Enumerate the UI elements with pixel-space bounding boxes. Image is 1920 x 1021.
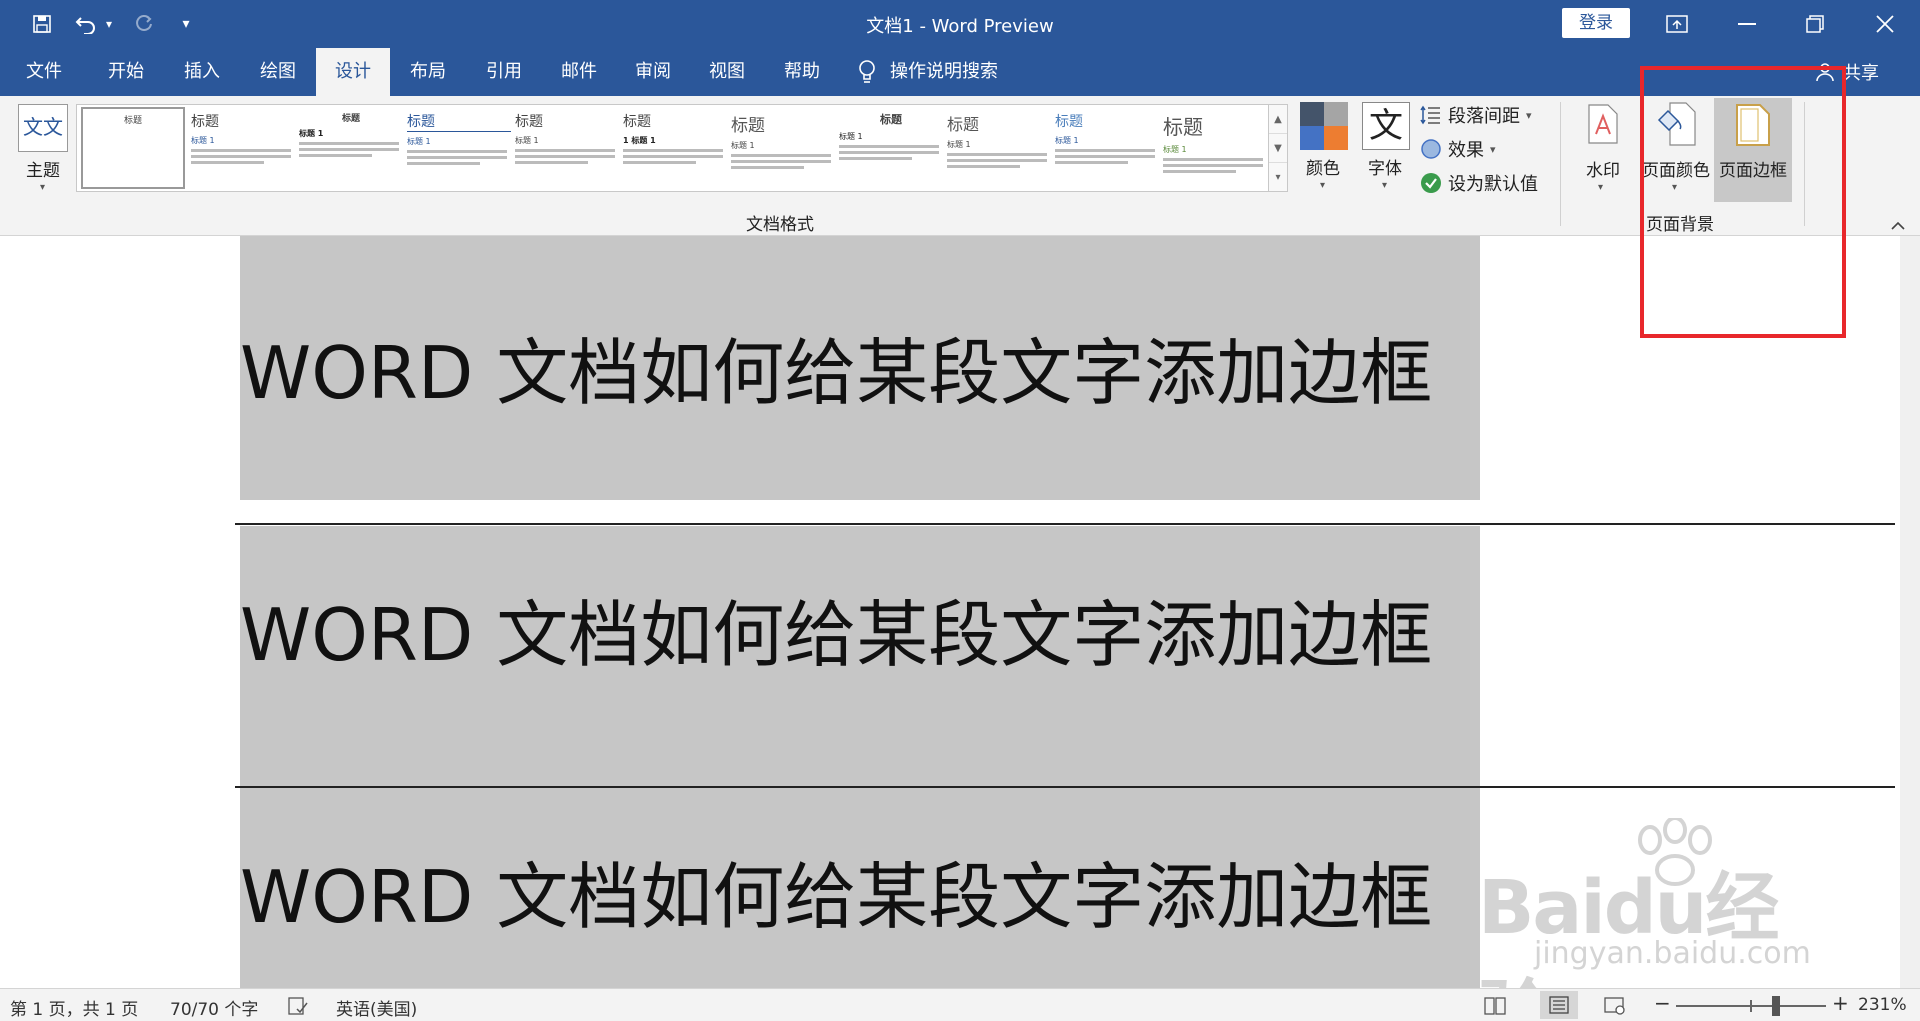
web-layout-icon[interactable] — [1604, 997, 1626, 1020]
paragraph-spacing-icon — [1420, 105, 1440, 125]
watermark-icon — [1588, 104, 1618, 144]
share-label: 共享 — [1843, 63, 1879, 84]
tab-layout[interactable]: 布局 — [390, 48, 466, 96]
themes-chevron-icon: ▾ — [40, 182, 46, 193]
set-as-default-button[interactable]: 设为默认值 — [1420, 170, 1538, 196]
zoom-slider-center-tick — [1750, 1000, 1752, 1012]
zoom-level[interactable]: 231% — [1858, 995, 1907, 1015]
title-bar: ▾ ▾ 文档1 - Word Preview 登录 — [0, 0, 1920, 48]
colors-label: 颜色 — [1306, 159, 1340, 179]
gallery-more-icon[interactable]: ▾ — [1269, 163, 1287, 192]
ribbon-design: 文文 主题 ▾ 标题 标题 标题 1 标题 标题 1 标题 标题 1 标题 标题… — [0, 96, 1920, 236]
paragraph-border-line — [235, 523, 1895, 525]
fonts-button[interactable]: 文 — [1362, 102, 1410, 150]
style-set-item[interactable]: 标题 标题 1 — [839, 107, 943, 189]
effects-button[interactable]: 效果 ▾ — [1420, 136, 1496, 162]
tab-design[interactable]: 设计 — [316, 48, 390, 96]
themes-button[interactable]: 文文 — [18, 104, 68, 152]
page-count[interactable]: 第 1 页，共 1 页 — [10, 995, 138, 1020]
watermark-button[interactable]: 水印 ▾ — [1568, 98, 1638, 202]
checkmark-icon — [1421, 173, 1441, 193]
fonts-chevron-icon: ▾ — [1382, 180, 1388, 191]
tab-file[interactable]: 文件 — [0, 48, 88, 96]
style-set-item[interactable]: 标题 标题 1 — [191, 107, 295, 189]
tell-me-search[interactable]: 操作说明搜索 — [858, 48, 998, 96]
tab-review[interactable]: 审阅 — [616, 48, 690, 96]
fonts-label: 字体 — [1368, 159, 1402, 179]
tab-view[interactable]: 视图 — [690, 48, 764, 96]
document-formatting-group-label: 文档格式 — [746, 215, 814, 235]
tab-help[interactable]: 帮助 — [764, 48, 840, 96]
watermark-url: jingyan.baidu.com — [1534, 936, 1811, 971]
paragraph-border-line — [235, 786, 1895, 788]
style-set-item[interactable]: 标题 1 标题 1 — [623, 107, 727, 189]
print-layout-icon[interactable] — [1540, 991, 1578, 1019]
palette-icon — [1300, 102, 1348, 150]
ribbon-display-options-icon[interactable] — [1648, 0, 1706, 48]
zoom-out-button[interactable]: − — [1654, 991, 1671, 1015]
style-set-item[interactable]: 标题 标题 1 — [299, 107, 403, 189]
proofing-icon[interactable] — [288, 997, 308, 1020]
lightbulb-icon — [859, 60, 875, 83]
document-paragraph[interactable]: WORD 文档如何给某段文字添加边框 — [240, 314, 1480, 419]
colors-button[interactable] — [1300, 102, 1348, 150]
zoom-in-button[interactable]: + — [1832, 991, 1849, 1015]
colors-chevron-icon: ▾ — [1320, 180, 1326, 191]
style-set-item[interactable]: 标题 标题 1 — [1163, 107, 1267, 189]
ribbon-tabs: 文件 开始 插入 绘图 设计 布局 引用 邮件 审阅 视图 帮助 操作说明搜索 … — [0, 48, 1920, 96]
read-mode-icon[interactable] — [1484, 997, 1506, 1020]
style-set-item[interactable]: 标题 标题 1 — [731, 107, 835, 189]
gallery-scroll: ▲ ▼ ▾ — [1268, 104, 1288, 192]
themes-icon: 文文 — [23, 115, 63, 139]
zoom-slider[interactable] — [1676, 996, 1826, 1016]
themes-label: 主题 — [26, 161, 60, 181]
style-set-item[interactable]: 标题 标题 1 — [515, 107, 619, 189]
search-label: 操作说明搜索 — [890, 61, 998, 82]
style-set-item[interactable]: 标题 标题 1 — [947, 107, 1051, 189]
tab-draw[interactable]: 绘图 — [240, 48, 316, 96]
word-count[interactable]: 70/70 个字 — [170, 995, 258, 1020]
tab-references[interactable]: 引用 — [466, 48, 542, 96]
fonts-icon: 文 — [1369, 106, 1403, 146]
tab-insert[interactable]: 插入 — [164, 48, 240, 96]
close-icon[interactable] — [1856, 0, 1914, 48]
language-indicator[interactable]: 英语(美国) — [336, 995, 417, 1020]
collapse-ribbon-icon[interactable] — [1890, 216, 1906, 230]
vertical-scrollbar[interactable] — [1900, 236, 1920, 988]
group-separator — [1560, 102, 1561, 226]
zoom-slider-thumb[interactable] — [1772, 996, 1780, 1016]
window-title: 文档1 - Word Preview — [866, 16, 1054, 37]
highlight-box — [1640, 66, 1846, 338]
style-set-item[interactable]: 标题 标题 1 — [407, 107, 511, 189]
baidu-watermark: Baidu经验 jingyan.baidu.com — [1470, 818, 1830, 1021]
gallery-up-icon[interactable]: ▲ — [1269, 105, 1287, 134]
tab-home[interactable]: 开始 — [88, 48, 164, 96]
status-bar: 第 1 页，共 1 页 70/70 个字 英语(美国) − + 231% — [0, 988, 1920, 1021]
style-set-item[interactable]: 标题 — [81, 107, 185, 189]
effects-icon — [1421, 139, 1441, 159]
style-set-item[interactable]: 标题 标题 1 — [1055, 107, 1159, 189]
restore-icon[interactable] — [1786, 0, 1844, 48]
document-paragraph[interactable]: WORD 文档如何给某段文字添加边框 — [240, 838, 1480, 943]
style-set-gallery: 标题 标题 标题 1 标题 标题 1 标题 标题 1 标题 标题 1 标题 1 … — [76, 104, 1287, 192]
login-button[interactable]: 登录 — [1562, 8, 1630, 38]
paragraph-spacing-button[interactable]: 段落间距 ▾ — [1420, 102, 1532, 128]
minimize-icon[interactable] — [1718, 0, 1776, 48]
tab-mailings[interactable]: 邮件 — [542, 48, 616, 96]
document-paragraph[interactable]: WORD 文档如何给某段文字添加边框 — [240, 576, 1480, 681]
gallery-down-icon[interactable]: ▼ — [1269, 134, 1287, 163]
